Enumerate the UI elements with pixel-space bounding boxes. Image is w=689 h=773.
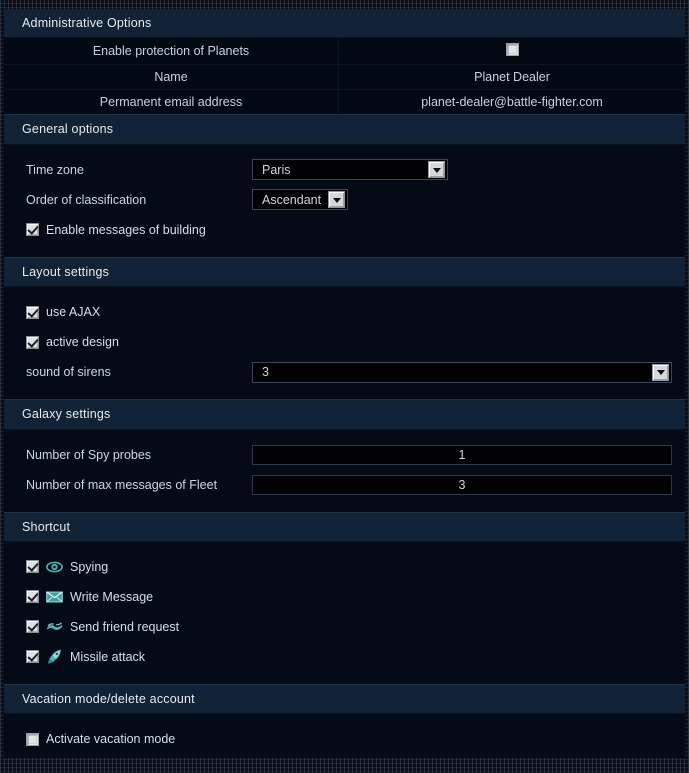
- missile-attack-checkbox[interactable]: [26, 650, 39, 663]
- chevron-down-icon[interactable]: [428, 161, 445, 178]
- admin-label-protection: Enable protection of Planets: [4, 38, 339, 65]
- sirens-label: sound of sirens: [26, 365, 252, 379]
- row-spy-probes: Number of Spy probes: [4, 440, 685, 470]
- missile-attack-label: Missile attack: [70, 650, 145, 664]
- spy-probes-label: Number of Spy probes: [26, 448, 252, 462]
- row-shortcut-spying: Spying: [4, 552, 685, 582]
- missile-icon: [46, 648, 63, 665]
- envelope-icon: [46, 588, 63, 605]
- admin-value-name: Planet Dealer: [339, 65, 686, 90]
- row-shortcut-write-message: Write Message: [4, 582, 685, 612]
- protect-planets-checkbox[interactable]: [506, 43, 519, 56]
- section-header-administrative: Administrative Options: [4, 9, 685, 38]
- order-select[interactable]: Ascendant: [252, 189, 348, 210]
- row-sirens: sound of sirens 3: [4, 357, 685, 387]
- row-order: Order of classification Ascendant: [4, 185, 685, 215]
- section-body-vacation: Activate vacation mode Delete account Sa…: [4, 714, 685, 758]
- section-header-vacation: Vacation mode/delete account: [4, 684, 685, 714]
- write-message-checkbox[interactable]: [26, 590, 39, 603]
- row-shortcut-missile-attack: Missile attack: [4, 642, 685, 672]
- admin-label-name: Name: [4, 65, 339, 90]
- spy-probes-input[interactable]: [252, 445, 672, 465]
- building-messages-label: Enable messages of building: [46, 223, 206, 237]
- section-body-shortcut: Spying Write Message S: [4, 542, 685, 684]
- order-value: Ascendant: [253, 193, 328, 207]
- sirens-value: 3: [253, 365, 652, 379]
- table-row: Name Planet Dealer: [4, 65, 685, 90]
- fleet-messages-label: Number of max messages of Fleet: [26, 478, 252, 492]
- friend-request-checkbox[interactable]: [26, 620, 39, 633]
- row-timezone: Time zone Paris: [4, 155, 685, 185]
- chevron-down-icon[interactable]: [328, 191, 345, 208]
- administrative-table: Enable protection of Planets Name Planet…: [4, 38, 685, 114]
- order-label: Order of classification: [26, 193, 252, 207]
- table-row: Enable protection of Planets: [4, 38, 685, 65]
- section-body-administrative: Enable protection of Planets Name Planet…: [4, 38, 685, 114]
- timezone-select[interactable]: Paris: [252, 159, 448, 180]
- chevron-down-icon[interactable]: [652, 364, 669, 381]
- vacation-mode-checkbox[interactable]: [26, 733, 39, 746]
- friend-request-label: Send friend request: [70, 620, 179, 634]
- write-message-label: Write Message: [70, 590, 153, 604]
- building-messages-checkbox[interactable]: [26, 223, 39, 236]
- admin-value-email: planet-dealer@battle-fighter.com: [339, 90, 686, 115]
- handshake-icon: [46, 618, 63, 635]
- admin-label-email: Permanent email address: [4, 90, 339, 115]
- spying-checkbox[interactable]: [26, 560, 39, 573]
- row-shortcut-friend-request: Send friend request: [4, 612, 685, 642]
- table-row: Permanent email address planet-dealer@ba…: [4, 90, 685, 115]
- timezone-label: Time zone: [26, 163, 252, 177]
- settings-panel: Administrative Options Enable protection…: [4, 9, 685, 758]
- spying-label: Spying: [70, 560, 108, 574]
- row-delete-account: Delete account: [4, 754, 685, 758]
- sirens-select[interactable]: 3: [252, 362, 672, 383]
- row-vacation-mode: Activate vacation mode: [4, 724, 685, 754]
- row-fleet-messages: Number of max messages of Fleet: [4, 470, 685, 500]
- section-header-layout: Layout settings: [4, 257, 685, 287]
- fleet-messages-input[interactable]: [252, 475, 672, 495]
- row-active-design: active design: [4, 327, 685, 357]
- vacation-mode-label: Activate vacation mode: [46, 732, 175, 746]
- use-ajax-label: use AJAX: [46, 305, 100, 319]
- row-ajax: use AJAX: [4, 297, 685, 327]
- section-body-layout: use AJAX active design sound of sirens 3: [4, 287, 685, 399]
- active-design-label: active design: [46, 335, 119, 349]
- section-header-shortcut: Shortcut: [4, 512, 685, 542]
- active-design-checkbox[interactable]: [26, 336, 39, 349]
- eye-icon: [46, 558, 63, 575]
- section-body-general: Time zone Paris Order of classification …: [4, 145, 685, 257]
- admin-value-protection: [339, 38, 686, 65]
- section-body-galaxy: Number of Spy probes Number of max messa…: [4, 430, 685, 512]
- section-header-galaxy: Galaxy settings: [4, 399, 685, 429]
- use-ajax-checkbox[interactable]: [26, 306, 39, 319]
- row-building-messages: Enable messages of building: [4, 215, 685, 245]
- section-header-general: General options: [4, 114, 685, 144]
- timezone-value: Paris: [253, 163, 428, 177]
